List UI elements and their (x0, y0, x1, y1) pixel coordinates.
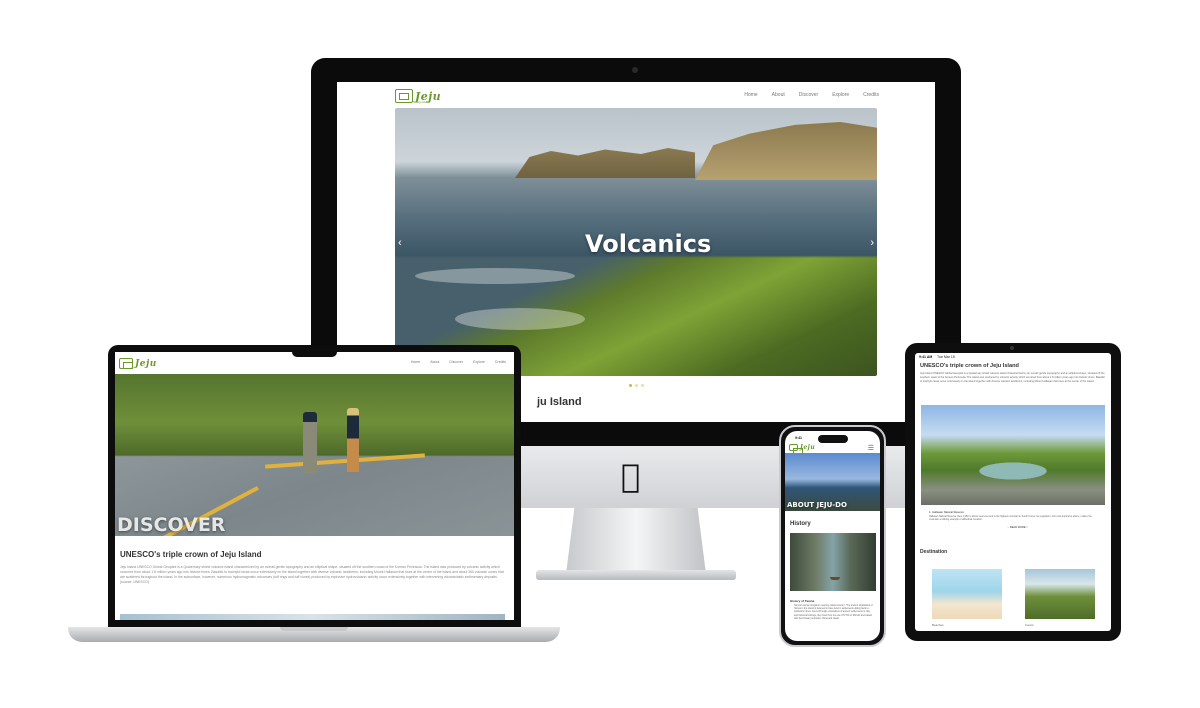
brand-logo[interactable]: Jeju (789, 444, 815, 455)
gorge-image (790, 533, 876, 591)
carousel-dot[interactable] (641, 384, 644, 387)
iphone-device: 9:41 Jeju ☰ ABOUT JEJU-DO History Histor… (779, 425, 886, 647)
camera-notch (292, 345, 337, 357)
caption-text: Hallasan Natural Reserve rises 1,950 m a… (929, 515, 1092, 522)
wave (455, 308, 585, 330)
sub-heading: History of Tamna (790, 599, 815, 603)
carousel-dot[interactable] (635, 384, 638, 387)
status-date: Tue Mar 15 (937, 355, 955, 359)
macbook-screen: Jeju Home About Discover Explore Credits… (115, 352, 514, 620)
camera-icon (632, 67, 638, 73)
brand-logo[interactable]: Jeju (119, 358, 157, 369)
main-nav: Home About Discover Explore Credits (730, 92, 879, 98)
nav-about[interactable]: About (430, 360, 439, 364)
hero-title: Volcanics (585, 230, 712, 258)
status-time: 9:41 (795, 436, 803, 440)
apple-logo-icon:  (621, 460, 640, 492)
macbook-base (68, 627, 560, 642)
coastal-cliff (515, 148, 695, 178)
nav-home[interactable]: Home (744, 92, 757, 98)
boat (830, 577, 840, 580)
ipad-device: 9:41 AM Tue Mar 15 UNESCO's triple crown… (905, 343, 1121, 641)
nav-explore[interactable]: Explore (473, 360, 485, 364)
nav-credits[interactable]: Credits (495, 360, 506, 364)
brand-name: Jeju (135, 358, 157, 369)
camera-icon (1010, 346, 1014, 350)
carousel-dots (629, 384, 644, 387)
hamburger-menu-icon[interactable]: ☰ (868, 444, 874, 452)
logo-mark-icon (395, 89, 413, 103)
hallasan-crater-image (921, 405, 1105, 505)
destination-heading: Destination (920, 549, 948, 555)
body-text: Jeju Island UNESCO Global Geopark is a Q… (920, 372, 1105, 383)
body-text: Tamna's ancient kingdom meaning 'island … (794, 605, 873, 620)
nav-explore[interactable]: Explore (832, 92, 849, 98)
nav-about[interactable]: About (772, 92, 785, 98)
forest-image[interactable] (1025, 569, 1095, 619)
caption-title: 1. Hallasan Natural Reserve (929, 510, 964, 514)
brand-logo[interactable]: Jeju Jeju Island (395, 89, 441, 104)
nav-discover[interactable]: Discover (449, 360, 463, 364)
road-line (265, 453, 425, 469)
walker (347, 408, 359, 472)
section-heading: History (790, 521, 811, 527)
wave (415, 268, 575, 284)
read-more-link[interactable]: ... READ MORE > (1007, 526, 1028, 529)
macbook-device: Jeju Home About Discover Explore Credits… (108, 345, 521, 627)
section-heading: UNESCO's triple crown of Jeju Island (120, 550, 262, 559)
dynamic-island (818, 435, 848, 443)
nav-home[interactable]: Home (411, 360, 420, 364)
main-nav: Home About Discover Explore Credits (401, 360, 506, 364)
dest-label-beaches[interactable]: Beaches (932, 623, 944, 627)
section-heading: UNESCO's triple crown of Jeju Island (920, 363, 1019, 369)
logo-mark-icon (789, 444, 803, 455)
beach-image[interactable] (932, 569, 1002, 619)
chevron-left-icon[interactable]: ‹ (398, 238, 402, 249)
imac-stand (566, 508, 706, 574)
imac-stand-foot (536, 570, 736, 580)
logo-mark-icon (119, 358, 133, 369)
hero-carousel[interactable]: Volcanics ‹ › (395, 108, 877, 376)
brand-tagline: Jeju Island (416, 100, 431, 104)
section-heading: ju Island (537, 396, 582, 408)
nav-credits[interactable]: Credits (863, 92, 879, 98)
carousel-dot[interactable] (629, 384, 632, 387)
dest-label-forest[interactable]: Forest (1025, 623, 1034, 627)
nav-discover[interactable]: Discover (799, 92, 818, 98)
hero-title: DISCOVER (117, 514, 226, 536)
iphone-screen: 9:41 Jeju ☰ ABOUT JEJU-DO History Histor… (785, 431, 880, 641)
ipad-screen: 9:41 AM Tue Mar 15 UNESCO's triple crown… (915, 353, 1111, 631)
hero-title: ABOUT JEJU-DO (787, 501, 847, 509)
hill (695, 122, 877, 180)
chevron-right-icon[interactable]: › (870, 238, 874, 249)
status-time: 9:41 AM (919, 355, 933, 359)
gallery-strip (120, 614, 505, 620)
hero-image: DISCOVER (115, 374, 514, 536)
walker (303, 412, 317, 474)
body-text: Jeju Island UNESCO Global Geopark is a Q… (120, 565, 504, 584)
